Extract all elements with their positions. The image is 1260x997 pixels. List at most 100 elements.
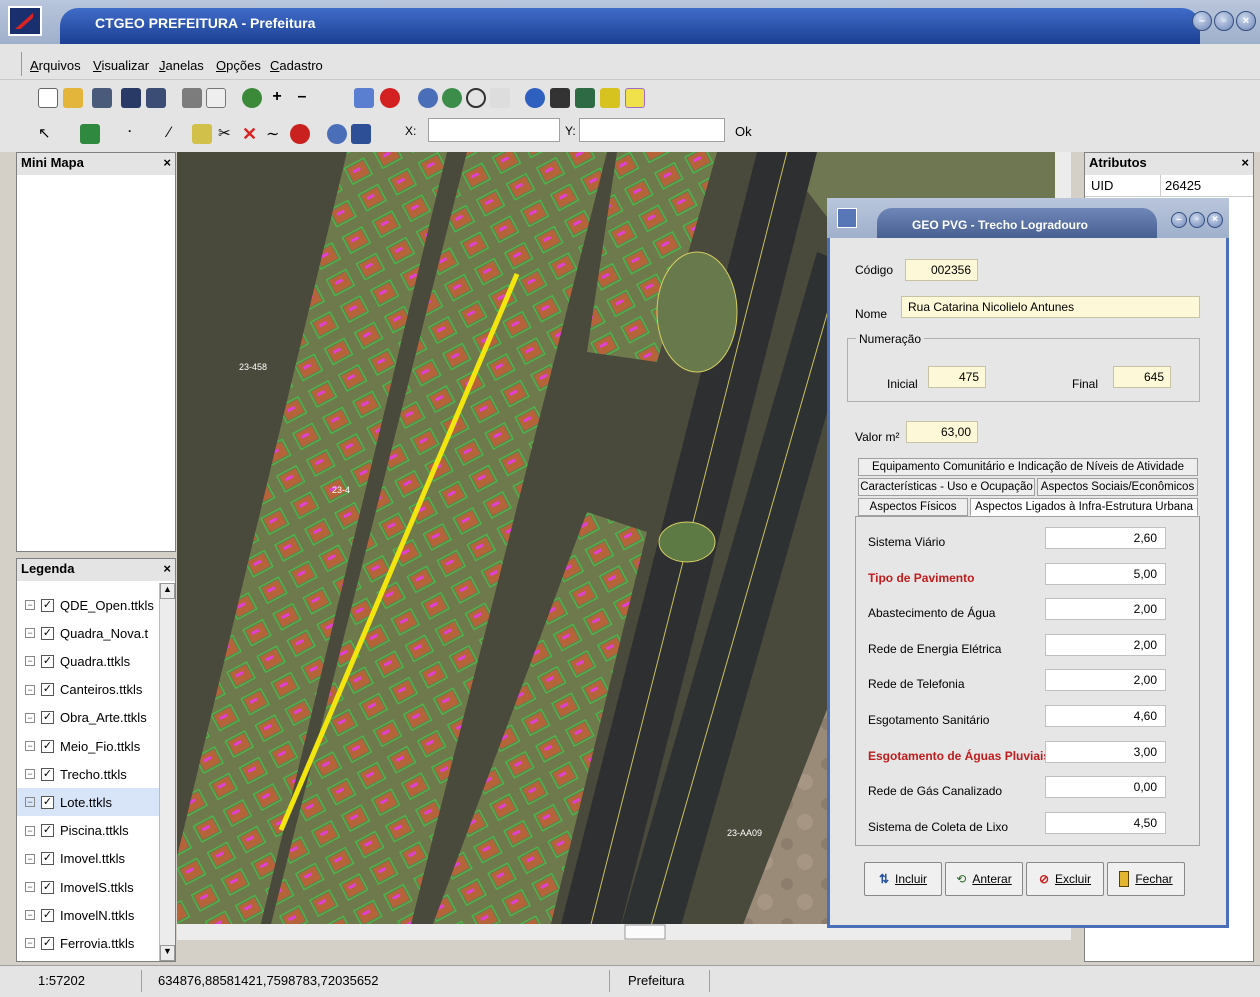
collapse-icon[interactable]: − <box>25 825 35 836</box>
close-icon[interactable]: × <box>1236 11 1256 31</box>
layer-checkbox[interactable]: ✓ <box>41 824 54 838</box>
binoculars-icon[interactable] <box>550 88 570 108</box>
scissors-icon[interactable]: ✂ <box>218 124 238 144</box>
collapse-icon[interactable]: − <box>25 769 35 780</box>
infra-row-value[interactable]: 0,00 <box>1045 776 1166 799</box>
menu-opcoes[interactable]: Opções <box>216 58 261 73</box>
scroll-down-icon[interactable]: ▼ <box>160 945 175 961</box>
codigo-field[interactable]: 002356 <box>905 259 978 281</box>
legend-close-icon[interactable]: × <box>163 561 171 579</box>
dialog-close-icon[interactable]: × <box>1207 212 1223 228</box>
excluir-button[interactable]: ⊘ Excluir <box>1026 862 1104 896</box>
legend-item[interactable]: − ✓ QDE_Open.ttkls <box>17 591 159 619</box>
tab-caracteristicas-uso[interactable]: Características - Uso e Ocupação <box>858 478 1035 496</box>
layer-checkbox[interactable]: ✓ <box>41 795 54 809</box>
add-layer-icon[interactable]: + <box>267 88 287 108</box>
collapse-icon[interactable]: − <box>25 656 35 667</box>
infra-row-value[interactable]: 4,50 <box>1045 811 1166 834</box>
legend-item[interactable]: − ✓ Lote.ttkls <box>17 788 159 817</box>
infra-row-value[interactable]: 4,60 <box>1045 705 1166 727</box>
alterar-button[interactable]: ⟲ Anterar <box>945 862 1023 896</box>
infra-row-value[interactable]: 2,00 <box>1045 598 1166 621</box>
infra-row-value[interactable]: 3,00 <box>1045 740 1166 763</box>
layer-checkbox[interactable]: ✓ <box>41 683 54 697</box>
attributes-close-icon[interactable]: × <box>1241 155 1249 173</box>
globe-layer-icon[interactable] <box>242 88 262 108</box>
delete-icon[interactable] <box>380 88 400 108</box>
scroll-up-icon[interactable]: ▲ <box>160 583 175 599</box>
infra-row-value[interactable]: 5,00 <box>1045 562 1166 585</box>
dialog-restore-icon[interactable]: ▫ <box>1189 212 1205 228</box>
collapse-icon[interactable]: − <box>25 741 35 751</box>
legend-item[interactable]: − ✓ ImovelN.ttkls <box>17 901 159 929</box>
legend-item[interactable]: − ✓ Obra_Arte.ttkls <box>17 704 159 732</box>
legend-item[interactable]: − ✓ Quadra_Nova.t <box>17 619 159 647</box>
collapse-icon[interactable]: − <box>25 853 35 864</box>
layer-checkbox[interactable]: ✓ <box>41 936 54 950</box>
measure-icon[interactable] <box>575 88 595 108</box>
layer-checkbox[interactable]: ✓ <box>41 739 54 753</box>
curve-icon[interactable]: ∼ <box>266 124 286 144</box>
collapse-icon[interactable]: − <box>25 600 35 610</box>
legend-item[interactable]: − ✓ Quadra.ttkls <box>17 647 159 675</box>
legend-item[interactable]: − ✓ Imovel.ttkls <box>17 845 159 873</box>
layer-checkbox[interactable]: ✓ <box>41 908 54 922</box>
layer-checkbox[interactable]: ✓ <box>41 880 54 894</box>
legend-item[interactable]: − ✓ Trecho.ttkls <box>17 760 159 788</box>
attribute-form-icon[interactable] <box>351 124 371 144</box>
legend-scrollbar[interactable]: ▲ ▼ <box>159 583 175 961</box>
select-arrow-icon[interactable]: ↖ <box>38 124 58 144</box>
grid-icon[interactable] <box>80 124 100 144</box>
layer-props-icon[interactable] <box>354 88 374 108</box>
x-coordinate-input[interactable] <box>428 118 560 142</box>
layer-checkbox[interactable]: ✓ <box>41 598 54 612</box>
layer-checkbox[interactable]: ✓ <box>41 711 54 725</box>
point-icon[interactable]: · <box>120 124 140 144</box>
collapse-icon[interactable]: − <box>25 712 35 723</box>
inicial-field[interactable]: 475 <box>928 366 986 388</box>
draw-polygon-icon[interactable] <box>192 124 212 144</box>
ok-button[interactable]: Ok <box>735 124 752 139</box>
valor-field[interactable]: 63,00 <box>906 421 978 443</box>
delete-vertex-icon[interactable]: ✕ <box>242 124 262 144</box>
print-preview-icon[interactable] <box>206 88 226 108</box>
infra-row-value[interactable]: 2,00 <box>1045 669 1166 692</box>
infra-row-value[interactable]: 2,60 <box>1045 527 1166 549</box>
restore-icon[interactable]: ▫ <box>1214 11 1234 31</box>
dialog-minimize-icon[interactable]: – <box>1171 212 1187 228</box>
snap-icon[interactable] <box>327 124 347 144</box>
save-icon[interactable] <box>121 88 141 108</box>
y-coordinate-input[interactable] <box>579 118 725 142</box>
collapse-icon[interactable]: − <box>25 882 35 892</box>
tab-equipamento-comunitario[interactable]: Equipamento Comunitário e Indicação de N… <box>858 458 1198 476</box>
mini-map-close-icon[interactable]: × <box>163 155 171 173</box>
collapse-icon[interactable]: − <box>25 797 35 808</box>
final-field[interactable]: 645 <box>1113 366 1171 388</box>
legend-item[interactable]: − ✓ Piscina.ttkls <box>17 817 159 845</box>
open-folder-icon[interactable] <box>63 88 83 108</box>
infra-row-value[interactable]: 2,00 <box>1045 633 1166 656</box>
info-icon[interactable] <box>525 88 545 108</box>
zoom-in-icon[interactable] <box>418 88 438 108</box>
layer-checkbox[interactable]: ✓ <box>41 654 54 668</box>
remove-layer-icon[interactable]: – <box>292 88 312 108</box>
tab-aspectos-sociais[interactable]: Aspectos Sociais/Econômicos <box>1037 478 1198 496</box>
minimize-icon[interactable]: – <box>1192 11 1212 31</box>
menu-janelas[interactable]: Janelas <box>159 58 204 73</box>
legend-item[interactable]: − ✓ Canteiros.ttkls <box>17 676 159 704</box>
help-icon[interactable] <box>625 88 645 108</box>
collapse-icon[interactable]: − <box>25 938 35 949</box>
zoom-icon[interactable] <box>466 88 486 108</box>
tab-infra-estrutura[interactable]: Aspectos Ligados à Infra-Estrutura Urban… <box>970 498 1198 516</box>
table-icon[interactable] <box>600 88 620 108</box>
legend-item[interactable]: − ✓ Ferrovia.ttkls <box>17 929 159 957</box>
save-as-icon[interactable] <box>146 88 166 108</box>
menu-arquivos[interactable]: Arquivos <box>30 58 81 73</box>
print-icon[interactable] <box>182 88 202 108</box>
incluir-button[interactable]: ⇅ Incluir <box>864 862 942 896</box>
layer-checkbox[interactable]: ✓ <box>41 767 54 781</box>
pencil-icon[interactable]: ∕ <box>168 124 188 144</box>
fechar-button[interactable]: Fechar <box>1107 862 1185 896</box>
zoom-globe-icon[interactable] <box>442 88 462 108</box>
menu-visualizar[interactable]: Visualizar <box>93 58 149 73</box>
